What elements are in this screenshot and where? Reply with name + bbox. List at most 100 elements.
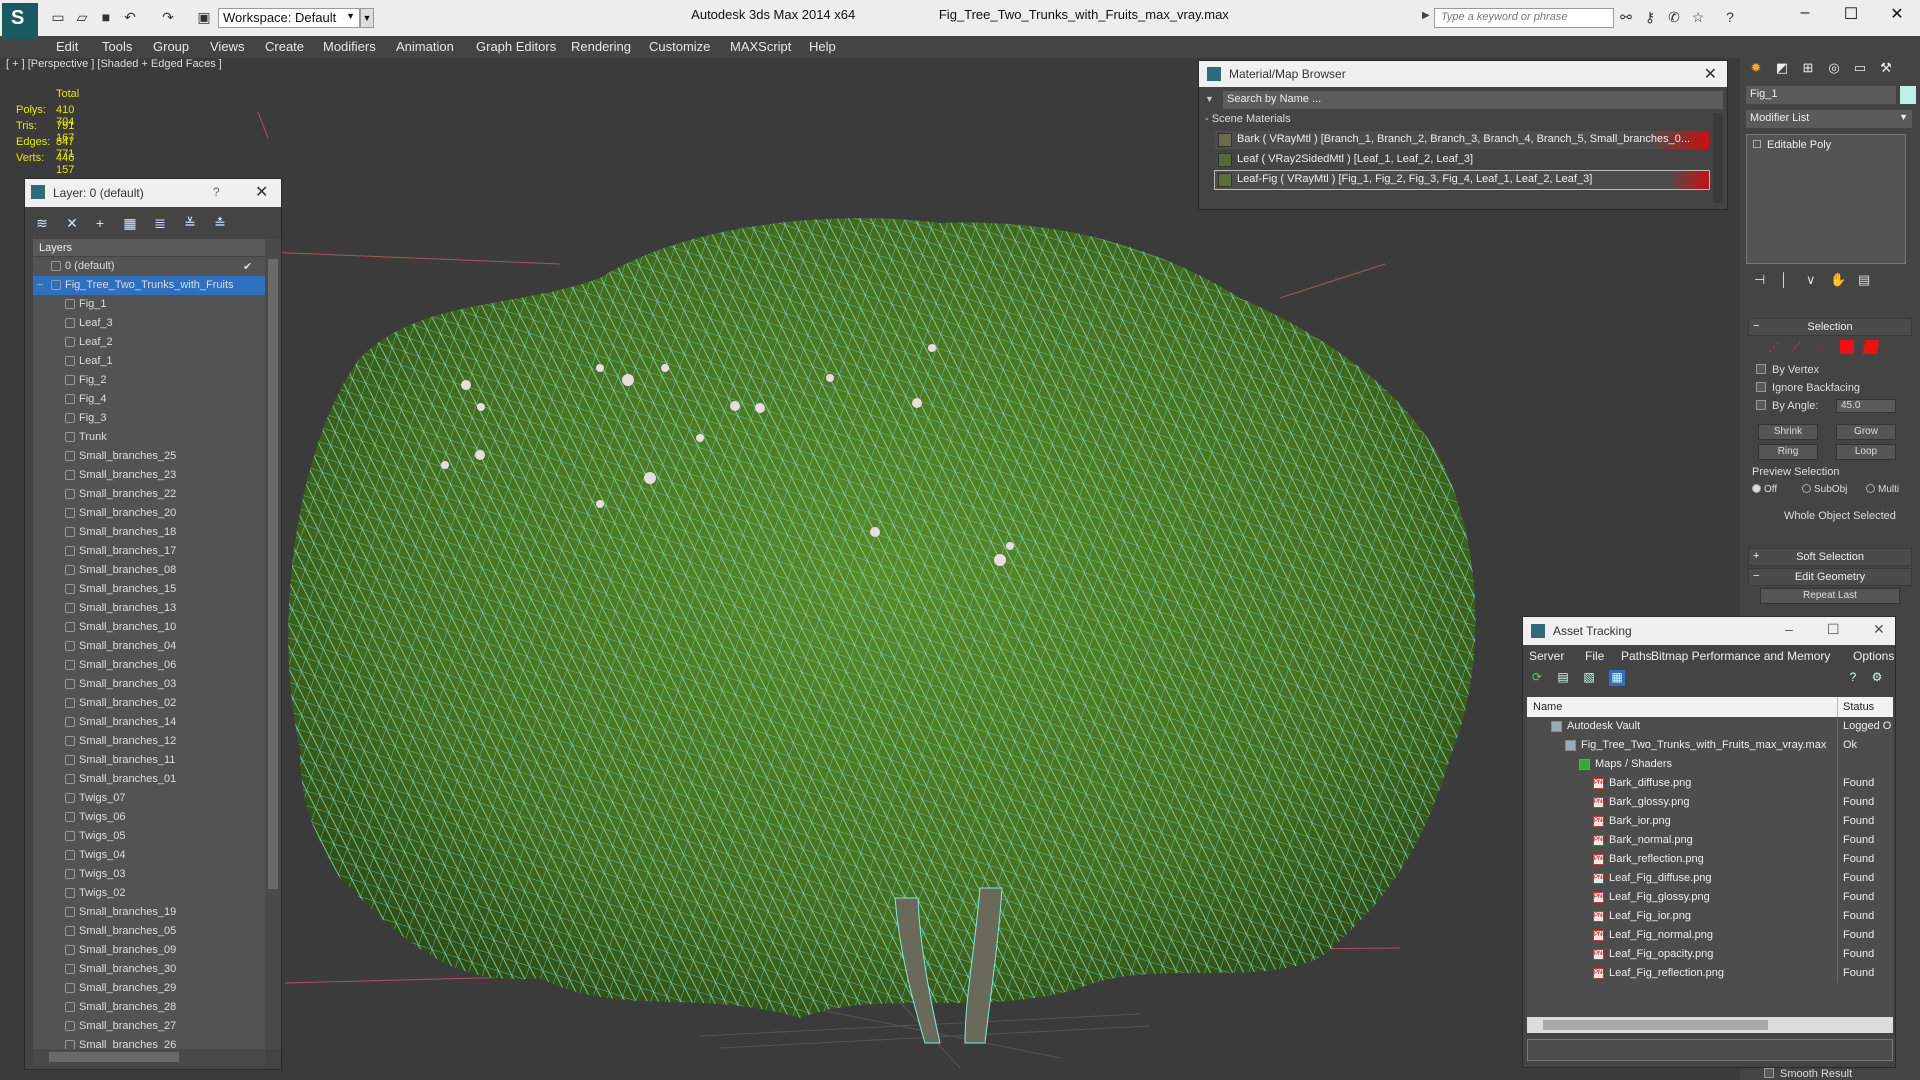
help-icon[interactable]: ? (1721, 9, 1739, 27)
layer-object-row[interactable]: Small_branches_28 (33, 998, 265, 1017)
asset-tracking-titlebar[interactable]: Asset Tracking – ☐ ✕ (1523, 617, 1895, 645)
polygon-icon[interactable] (1840, 340, 1854, 354)
show-end-result-icon[interactable]: │ (1780, 272, 1788, 287)
thumbnail-view-icon[interactable]: ▧ (1581, 670, 1597, 686)
remove-modifier-icon[interactable]: ✋ (1830, 272, 1846, 288)
asset-row[interactable]: PNG Leaf_Fig_ior.png Found (1527, 907, 1893, 926)
asset-row[interactable]: PNG Bark_ior.png Found (1527, 812, 1893, 831)
material-item-leaf-fig[interactable]: Leaf-Fig ( VRayMtl ) [Fig_1, Fig_2, Fig_… (1214, 170, 1710, 190)
layer-object-row[interactable]: Twigs_07 (33, 789, 265, 808)
modifier-list-dropdown[interactable]: Modifier List ▼ (1746, 110, 1912, 128)
menu-options[interactable]: Options (1853, 649, 1894, 663)
help-icon[interactable]: ? (1845, 670, 1861, 686)
workspace-dropdown[interactable]: Workspace: Default ▼ (218, 8, 360, 28)
layer-object-row[interactable]: Small_branches_23 (33, 466, 265, 485)
material-item-bark[interactable]: Bark ( VRayMtl ) [Branch_1, Branch_2, Br… (1215, 131, 1709, 149)
key-icon[interactable]: ⚷ (1641, 9, 1659, 27)
border-icon[interactable]: ◌ (1816, 340, 1830, 354)
layer-row-selected[interactable]: − Fig_Tree_Two_Trunks_with_Fruits (33, 276, 265, 295)
material-item-leaf[interactable]: Leaf ( VRay2SidedMtl ) [Leaf_1, Leaf_2, … (1215, 151, 1709, 169)
loop-button[interactable]: Loop (1836, 444, 1896, 460)
layer-object-row[interactable]: Fig_1 (33, 295, 265, 314)
add-layer-icon[interactable]: + (91, 214, 109, 232)
table-view-icon[interactable]: ▦ (1609, 670, 1625, 686)
preview-multi-radio[interactable]: Multi (1866, 484, 1899, 495)
layer-object-row[interactable]: Small_branches_05 (33, 922, 265, 941)
layer-object-row[interactable]: Small_branches_13 (33, 599, 265, 618)
make-unique-icon[interactable]: ∨ (1806, 272, 1816, 288)
menu-create[interactable]: Create (265, 39, 304, 54)
minimize-button[interactable]: – (1785, 621, 1793, 637)
freeze-all-icon[interactable]: ≛ (211, 214, 229, 232)
display-tab-icon[interactable]: ▭ (1850, 60, 1870, 78)
pin-stack-icon[interactable]: ⊣ (1754, 272, 1765, 288)
asset-row[interactable]: PNG Leaf_Fig_reflection.png Found (1527, 964, 1893, 983)
layer-object-row[interactable]: Fig_3 (33, 409, 265, 428)
column-name[interactable]: Name (1533, 701, 1562, 713)
close-button[interactable]: ✕ (1873, 621, 1885, 638)
binoculars-icon[interactable]: ⚯ (1617, 9, 1635, 27)
preview-subobj-radio[interactable]: SubObj (1802, 484, 1847, 495)
layer-object-row[interactable]: Small_branches_14 (33, 713, 265, 732)
layer-list-hscrollbar[interactable] (33, 1049, 265, 1065)
configure-sets-icon[interactable]: ▤ (1858, 272, 1870, 288)
smooth-result-checkbox[interactable]: Smooth Result (1764, 1068, 1852, 1080)
layer-object-row[interactable]: Small_branches_15 (33, 580, 265, 599)
layer-list[interactable]: Layers 0 (default) ✔ − Fig_Tree_Two_Trun… (33, 239, 265, 1049)
scroll-thumb[interactable] (1543, 1020, 1768, 1030)
ring-button[interactable]: Ring (1758, 444, 1818, 460)
layer-object-row[interactable]: Leaf_3 (33, 314, 265, 333)
menu-group[interactable]: Group (153, 39, 189, 54)
edge-icon[interactable]: ⟋ (1792, 340, 1806, 354)
by-angle-checkbox[interactable]: By Angle: 45.0 (1756, 399, 1916, 413)
layer-object-row[interactable]: Small_branches_29 (33, 979, 265, 998)
scroll-thumb[interactable] (49, 1052, 179, 1062)
layer-object-row[interactable]: Small_branches_27 (33, 1017, 265, 1036)
layer-object-row[interactable]: Small_branches_12 (33, 732, 265, 751)
asset-row[interactable]: Fig_Tree_Two_Trunks_with_Fruits_max_vray… (1527, 736, 1893, 755)
help-button[interactable]: ? (213, 185, 220, 199)
minimize-button[interactable]: – (1790, 4, 1820, 26)
refresh-icon[interactable]: ⟳ (1529, 670, 1545, 686)
settings-icon[interactable]: ⚙ (1869, 670, 1885, 686)
menu-rendering[interactable]: Rendering (571, 39, 631, 54)
layer-object-row[interactable]: Small_branches_26 (33, 1036, 265, 1049)
object-name-field[interactable]: Fig_1 (1746, 86, 1896, 104)
maximize-button[interactable]: ☐ (1836, 4, 1866, 26)
layers-icon[interactable]: ≋ (33, 214, 51, 232)
menu-help[interactable]: Help (809, 39, 836, 54)
open-file-icon[interactable]: ▱ (74, 9, 90, 25)
communication-icon[interactable]: ✆ (1665, 9, 1683, 27)
motion-tab-icon[interactable]: ◎ (1824, 60, 1844, 78)
asset-row[interactable]: PNG Leaf_Fig_normal.png Found (1527, 926, 1893, 945)
ignore-backfacing-checkbox[interactable]: Ignore Backfacing (1756, 382, 1860, 394)
soft-selection-rollout-header[interactable]: + Soft Selection (1748, 548, 1912, 566)
modifier-stack[interactable]: Editable Poly (1746, 134, 1906, 264)
expand-icon[interactable] (1753, 140, 1761, 148)
layer-object-row[interactable]: Small_branches_17 (33, 542, 265, 561)
hide-all-icon[interactable]: ≚ (181, 214, 199, 232)
highlight-layer-icon[interactable]: ≣ (151, 214, 169, 232)
layer-object-row[interactable]: Small_branches_02 (33, 694, 265, 713)
object-color-swatch[interactable] (1900, 86, 1916, 104)
star-icon[interactable]: ☆ (1689, 9, 1707, 27)
vertex-icon[interactable]: ⋰ (1768, 340, 1782, 354)
create-tab-icon[interactable]: ✹ (1746, 60, 1766, 78)
menu-customize[interactable]: Customize (649, 39, 710, 54)
layer-panel-titlebar[interactable]: Layer: 0 (default) ? ✕ (25, 179, 281, 207)
layer-object-row[interactable]: Small_branches_08 (33, 561, 265, 580)
layer-object-row[interactable]: Small_branches_25 (33, 447, 265, 466)
layer-object-row[interactable]: Leaf_1 (33, 352, 265, 371)
layer-object-row[interactable]: Twigs_03 (33, 865, 265, 884)
scene-materials-header[interactable]: - Scene Materials (1205, 113, 1719, 129)
asset-table-hscrollbar[interactable] (1527, 1017, 1893, 1033)
material-search-input[interactable]: Search by Name ... (1223, 91, 1723, 109)
layer-object-row[interactable]: Twigs_02 (33, 884, 265, 903)
menu-animation[interactable]: Animation (396, 39, 454, 54)
delete-layer-icon[interactable]: ✕ (63, 214, 81, 232)
chevron-down-icon[interactable]: ▼ (1205, 94, 1214, 104)
app-menu-button[interactable]: S (2, 3, 38, 39)
hierarchy-tab-icon[interactable]: ⊞ (1798, 60, 1818, 78)
selection-rollout-header[interactable]: − Selection (1748, 318, 1912, 336)
edit-geometry-rollout-header[interactable]: − Edit Geometry (1748, 568, 1912, 586)
